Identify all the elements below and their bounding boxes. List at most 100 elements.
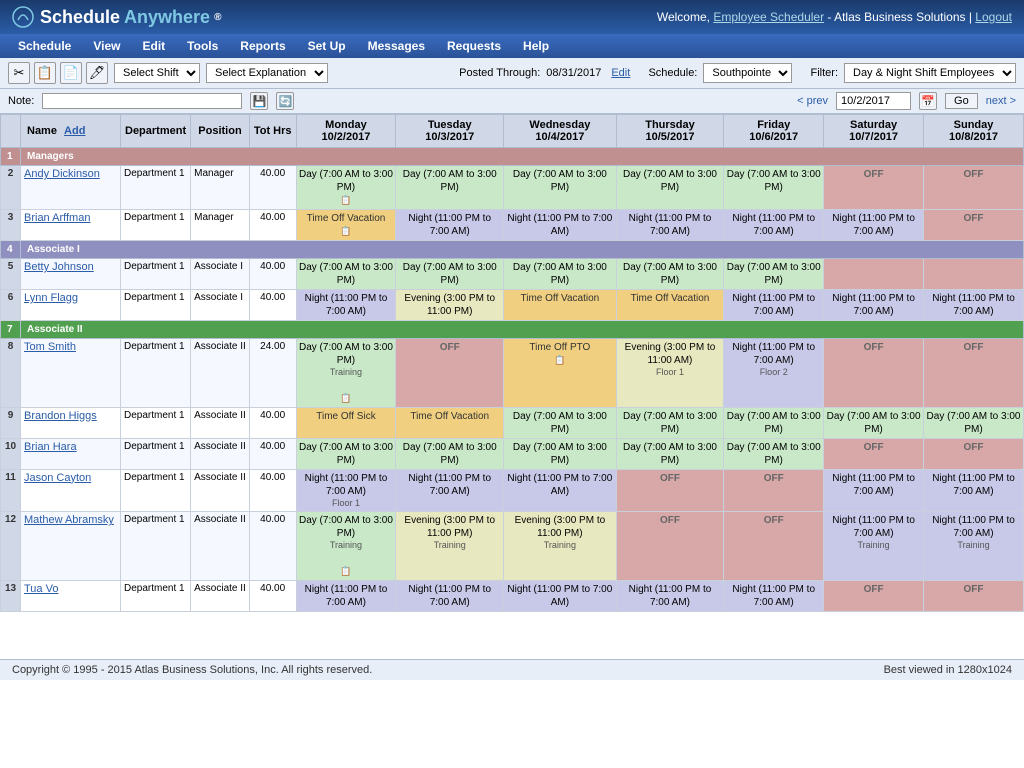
- shift-cell[interactable]: Night (11:00 PM to 7:00 AM)Training: [924, 512, 1024, 581]
- scissors-icon[interactable]: ✂: [8, 62, 30, 84]
- shift-cell[interactable]: Night (11:00 PM to 7:00 AM): [504, 210, 617, 241]
- shift-cell[interactable]: OFF: [924, 581, 1024, 612]
- shift-cell[interactable]: Time Off PTO📋: [504, 339, 617, 408]
- shift-cell[interactable]: Day (7:00 AM to 3:00 PM): [616, 166, 724, 210]
- shift-cell[interactable]: Day (7:00 AM to 3:00 PM): [924, 407, 1024, 438]
- shift-cell[interactable]: Day (7:00 AM to 3:00 PM)📋: [296, 166, 396, 210]
- nav-messages[interactable]: Messages: [358, 34, 435, 58]
- copy-icon[interactable]: 📋: [34, 62, 56, 84]
- employee-name[interactable]: Brian Hara: [21, 438, 121, 469]
- shift-cell[interactable]: Day (7:00 AM to 3:00 PM): [504, 438, 617, 469]
- shift-cell[interactable]: Night (11:00 PM to 7:00 AM)Training: [824, 512, 924, 581]
- edit-posted-link[interactable]: Edit: [611, 67, 630, 79]
- shift-cell[interactable]: OFF: [924, 210, 1024, 241]
- nav-tools[interactable]: Tools: [177, 34, 228, 58]
- shift-cell[interactable]: Day (7:00 AM to 3:00 PM): [504, 166, 617, 210]
- next-week-link[interactable]: next >: [986, 95, 1016, 107]
- shift-cell[interactable]: OFF: [616, 512, 724, 581]
- shift-cell[interactable]: Night (11:00 PM to 7:00 AM): [396, 469, 504, 512]
- nav-schedule[interactable]: Schedule: [8, 34, 81, 58]
- shift-cell[interactable]: Evening (3:00 PM to 11:00 AM)Floor 1: [616, 339, 724, 408]
- date-input[interactable]: [836, 92, 911, 110]
- shift-cell[interactable]: Night (11:00 PM to 7:00 AM): [924, 290, 1024, 321]
- shift-cell[interactable]: OFF: [724, 469, 824, 512]
- shift-cell[interactable]: OFF: [924, 339, 1024, 408]
- add-name-link[interactable]: Add: [64, 125, 85, 137]
- shift-cell[interactable]: Day (7:00 AM to 3:00 PM): [724, 259, 824, 290]
- shift-cell[interactable]: OFF: [824, 438, 924, 469]
- shift-select[interactable]: Select Shift: [114, 63, 200, 83]
- shift-cell[interactable]: Day (7:00 AM to 3:00 PM): [396, 259, 504, 290]
- nav-requests[interactable]: Requests: [437, 34, 511, 58]
- nav-help[interactable]: Help: [513, 34, 559, 58]
- shift-cell[interactable]: OFF: [616, 469, 724, 512]
- shift-cell[interactable]: Night (11:00 PM to 7:00 AM): [724, 581, 824, 612]
- shift-cell[interactable]: [824, 259, 924, 290]
- shift-cell[interactable]: Night (11:00 PM to 7:00 AM): [504, 469, 617, 512]
- shift-cell[interactable]: OFF: [824, 339, 924, 408]
- shift-cell[interactable]: [924, 259, 1024, 290]
- shift-cell[interactable]: Night (11:00 PM to 7:00 AM): [396, 581, 504, 612]
- shift-cell[interactable]: OFF: [924, 166, 1024, 210]
- employee-name[interactable]: Mathew Abramsky: [21, 512, 121, 581]
- shift-cell[interactable]: Night (11:00 PM to 7:00 AM): [724, 290, 824, 321]
- shift-cell[interactable]: Night (11:00 PM to 7:00 AM): [296, 581, 396, 612]
- shift-cell[interactable]: Evening (3:00 PM to 11:00 PM): [396, 290, 504, 321]
- shift-cell[interactable]: Time Off Vacation: [396, 407, 504, 438]
- filter-select[interactable]: Day & Night Shift Employees: [844, 63, 1016, 83]
- shift-cell[interactable]: Day (7:00 AM to 3:00 PM): [616, 438, 724, 469]
- shift-cell[interactable]: Day (7:00 AM to 3:00 PM): [724, 438, 824, 469]
- nav-edit[interactable]: Edit: [133, 34, 176, 58]
- shift-cell[interactable]: Night (11:00 PM to 7:00 AM): [924, 469, 1024, 512]
- shift-cell[interactable]: Night (11:00 PM to 7:00 AM): [824, 290, 924, 321]
- note-save-icon[interactable]: 💾: [250, 92, 268, 110]
- employee-scheduler-link[interactable]: Employee Scheduler: [713, 10, 824, 24]
- shift-cell[interactable]: Night (11:00 PM to 7:00 AM)Floor 2: [724, 339, 824, 408]
- shift-cell[interactable]: Day (7:00 AM to 3:00 PM): [616, 407, 724, 438]
- employee-name[interactable]: Jason Cayton: [21, 469, 121, 512]
- shift-cell[interactable]: Day (7:00 AM to 3:00 PM): [724, 407, 824, 438]
- employee-name[interactable]: Betty Johnson: [21, 259, 121, 290]
- shift-cell[interactable]: Night (11:00 PM to 7:00 AM): [296, 290, 396, 321]
- note-input[interactable]: [42, 93, 242, 109]
- nav-setup[interactable]: Set Up: [298, 34, 356, 58]
- shift-cell[interactable]: Night (11:00 PM to 7:00 AM): [504, 581, 617, 612]
- prev-week-link[interactable]: < prev: [797, 95, 828, 107]
- shift-cell[interactable]: Evening (3:00 PM to 11:00 PM)Training: [396, 512, 504, 581]
- shift-cell[interactable]: OFF: [824, 581, 924, 612]
- shift-cell[interactable]: Day (7:00 AM to 3:00 PM)Training📋: [296, 339, 396, 408]
- shift-cell[interactable]: Night (11:00 PM to 7:00 AM)Floor 1: [296, 469, 396, 512]
- shift-cell[interactable]: Day (7:00 AM to 3:00 PM): [616, 259, 724, 290]
- employee-name[interactable]: Tom Smith: [21, 339, 121, 408]
- explanation-select[interactable]: Select Explanation: [206, 63, 328, 83]
- nav-view[interactable]: View: [83, 34, 130, 58]
- shift-cell[interactable]: Night (11:00 PM to 7:00 AM): [396, 210, 504, 241]
- shift-cell[interactable]: Time Off Vacation📋: [296, 210, 396, 241]
- schedule-select[interactable]: Southpointe: [703, 63, 792, 83]
- shift-cell[interactable]: Day (7:00 AM to 3:00 PM): [396, 438, 504, 469]
- highlight-icon[interactable]: 🖊: [86, 62, 108, 84]
- go-button[interactable]: Go: [945, 93, 978, 109]
- calendar-icon[interactable]: 📅: [919, 92, 937, 110]
- shift-cell[interactable]: Day (7:00 AM to 3:00 PM): [824, 407, 924, 438]
- shift-cell[interactable]: Day (7:00 AM to 3:00 PM): [296, 438, 396, 469]
- shift-cell[interactable]: Time Off Vacation: [504, 290, 617, 321]
- shift-cell[interactable]: Evening (3:00 PM to 11:00 PM)Training: [504, 512, 617, 581]
- employee-name[interactable]: Tua Vo: [21, 581, 121, 612]
- note-refresh-icon[interactable]: 🔄: [276, 92, 294, 110]
- paste-icon[interactable]: 📄: [60, 62, 82, 84]
- shift-cell[interactable]: Day (7:00 AM to 3:00 PM): [296, 259, 396, 290]
- shift-cell[interactable]: Day (7:00 AM to 3:00 PM)Training📋: [296, 512, 396, 581]
- shift-cell[interactable]: OFF: [924, 438, 1024, 469]
- employee-name[interactable]: Brian Arffman: [21, 210, 121, 241]
- employee-name[interactable]: Lynn Flagg: [21, 290, 121, 321]
- shift-cell[interactable]: OFF: [824, 166, 924, 210]
- shift-cell[interactable]: Time Off Sick: [296, 407, 396, 438]
- shift-cell[interactable]: Night (11:00 PM to 7:00 AM): [724, 210, 824, 241]
- employee-name[interactable]: Andy Dickinson: [21, 166, 121, 210]
- shift-cell[interactable]: Night (11:00 PM to 7:00 AM): [824, 469, 924, 512]
- shift-cell[interactable]: Day (7:00 AM to 3:00 PM): [396, 166, 504, 210]
- logout-link[interactable]: Logout: [975, 10, 1012, 24]
- employee-name[interactable]: Brandon Higgs: [21, 407, 121, 438]
- shift-cell[interactable]: OFF: [724, 512, 824, 581]
